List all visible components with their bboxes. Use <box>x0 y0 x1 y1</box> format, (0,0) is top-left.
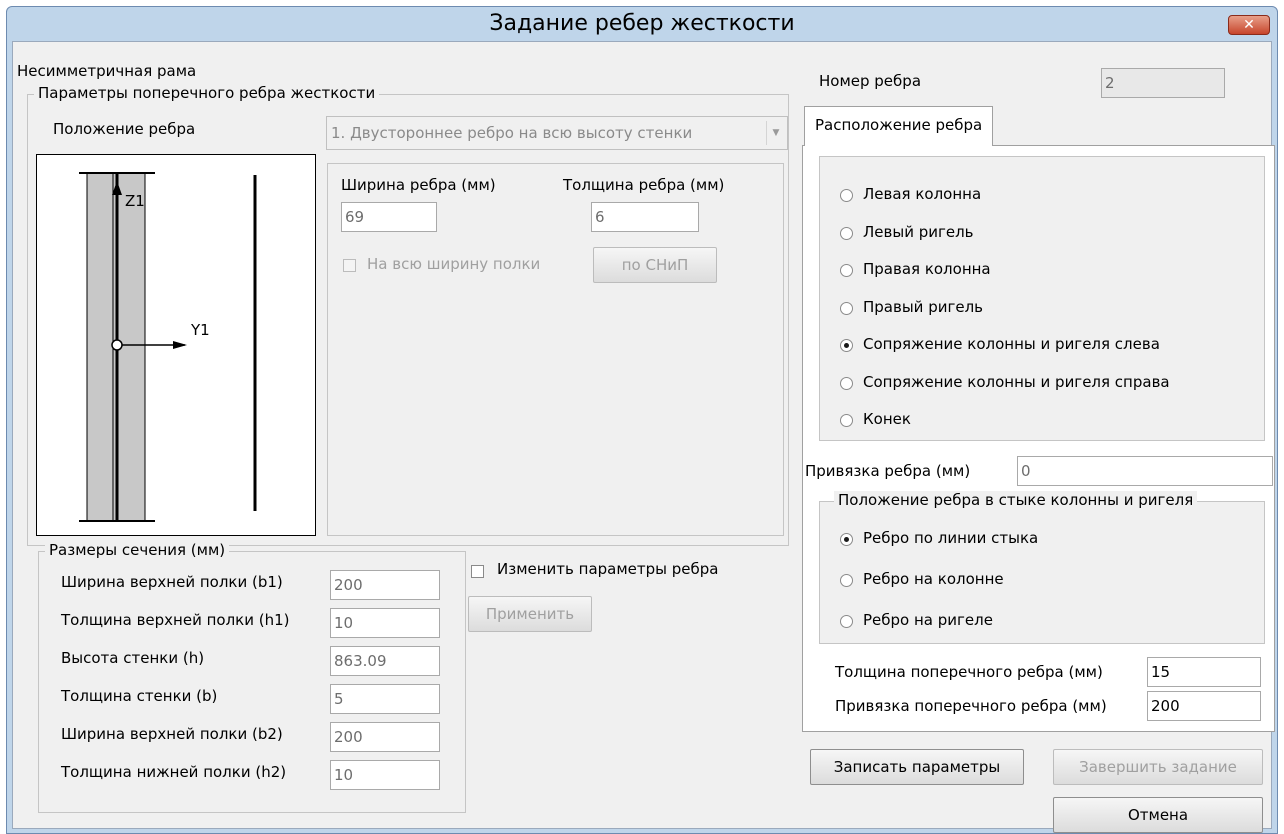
z-axis-label: Z1 <box>125 192 145 210</box>
joint-radio[interactable] <box>840 533 853 546</box>
binding-label: Привязка ребра (мм) <box>805 462 971 480</box>
section-row-label: Толщина нижней полки (h2) <box>61 763 287 781</box>
location-radio[interactable] <box>840 226 853 240</box>
joint-radio[interactable] <box>840 615 853 628</box>
cross-rib-thickness-field[interactable]: 15 <box>1147 657 1261 687</box>
joint-option-label[interactable]: Ребро на колонне <box>863 570 1004 588</box>
snip-button[interactable]: по СНиП <box>593 247 717 283</box>
position-select-value: 1. Двустороннее ребро на всю высоту стен… <box>331 124 693 142</box>
dialog-window: Задание ребер жесткости ✕ Несимметричная… <box>6 6 1278 834</box>
location-option-label[interactable]: Правый ригель <box>863 298 983 316</box>
location-radio[interactable] <box>840 301 853 315</box>
location-option-label[interactable]: Правая колонна <box>863 260 991 278</box>
section-row-field[interactable]: 200 <box>330 722 440 752</box>
joint-option-label[interactable]: Ребро по линии стыка <box>863 529 1038 547</box>
title-bar[interactable]: Задание ребер жесткости ✕ <box>7 7 1277 41</box>
section-row-label: Ширина верхней полки (b1) <box>61 573 283 591</box>
location-option-label[interactable]: Конек <box>863 410 911 428</box>
full-width-label: На всю ширину полки <box>367 255 541 273</box>
tab-location[interactable]: Расположение ребра <box>804 106 994 146</box>
binding-field[interactable]: 0 <box>1017 456 1273 486</box>
location-radio[interactable] <box>840 376 853 390</box>
apply-button[interactable]: Применить <box>468 596 592 632</box>
chevron-down-icon[interactable]: ▼ <box>766 121 785 145</box>
location-option-label[interactable]: Левая колонна <box>863 185 981 203</box>
dialog-client: Несимметричная рама Параметры поперечног… <box>12 41 1275 833</box>
save-params-button[interactable]: Записать параметры <box>810 749 1024 785</box>
section-row-label: Толщина стенки (b) <box>61 687 218 705</box>
i-beam-diagram <box>79 172 257 522</box>
section-row-field[interactable]: 200 <box>330 570 440 600</box>
section-diagram: Z1 Y1 <box>36 154 316 536</box>
section-row-field[interactable]: 10 <box>330 760 440 790</box>
cross-rib-binding-field[interactable]: 200 <box>1147 691 1261 721</box>
position-label: Положение ребра <box>53 120 196 138</box>
joint-legend: Положение ребра в стыке колонны и ригеля <box>834 491 1198 509</box>
section-row-field[interactable]: 863.09 <box>330 646 440 676</box>
location-radio[interactable] <box>840 339 853 352</box>
cancel-button[interactable]: Отмена <box>1053 797 1263 833</box>
cross-rib-thickness-label: Толщина поперечного ребра (мм) <box>835 663 1103 681</box>
rib-number-field[interactable]: 2 <box>1101 68 1225 98</box>
section-dims-legend: Размеры сечения (мм) <box>45 541 230 559</box>
joint-radio[interactable] <box>840 574 853 587</box>
rib-number-label: Номер ребра <box>819 72 922 90</box>
location-option-label[interactable]: Сопряжение колонны и ригеля слева <box>863 335 1160 353</box>
frame-type-label: Несимметричная рама <box>17 62 197 80</box>
section-row-field[interactable]: 5 <box>330 684 440 714</box>
section-row-field[interactable]: 10 <box>330 608 440 638</box>
section-row-label: Толщина верхней полки (h1) <box>61 611 290 629</box>
joint-option-label[interactable]: Ребро на ригеле <box>863 611 993 629</box>
rib-thickness-field[interactable]: 6 <box>591 202 699 232</box>
close-icon: ✕ <box>1243 17 1255 33</box>
rib-width-field[interactable]: 69 <box>341 202 437 232</box>
change-params-checkbox[interactable] <box>471 565 484 578</box>
section-row-label: Ширина верхней полки (b2) <box>61 725 283 743</box>
change-params-label: Изменить параметры ребра <box>497 560 719 578</box>
location-option-label[interactable]: Левый ригель <box>863 223 974 241</box>
location-radio[interactable] <box>840 414 853 427</box>
section-row-label: Высота стенки (h) <box>61 649 205 667</box>
rib-thickness-label: Толщина ребра (мм) <box>563 176 725 194</box>
position-select[interactable]: 1. Двустороннее ребро на всю высоту стен… <box>326 116 788 150</box>
location-radio[interactable] <box>840 264 853 277</box>
rib-width-label: Ширина ребра (мм) <box>341 176 496 194</box>
dialog-title: Задание ребер жесткости <box>489 11 795 36</box>
location-radio[interactable] <box>840 189 853 202</box>
y-axis-label: Y1 <box>191 321 210 339</box>
finish-button[interactable]: Завершить задание <box>1053 749 1263 785</box>
rib-params-legend: Параметры поперечного ребра жесткости <box>34 84 380 102</box>
close-button[interactable]: ✕ <box>1228 15 1270 35</box>
location-option-label[interactable]: Сопряжение колонны и ригеля справа <box>863 373 1170 391</box>
cross-rib-binding-label: Привязка поперечного ребра (мм) <box>835 697 1107 715</box>
full-width-checkbox[interactable] <box>343 259 356 272</box>
